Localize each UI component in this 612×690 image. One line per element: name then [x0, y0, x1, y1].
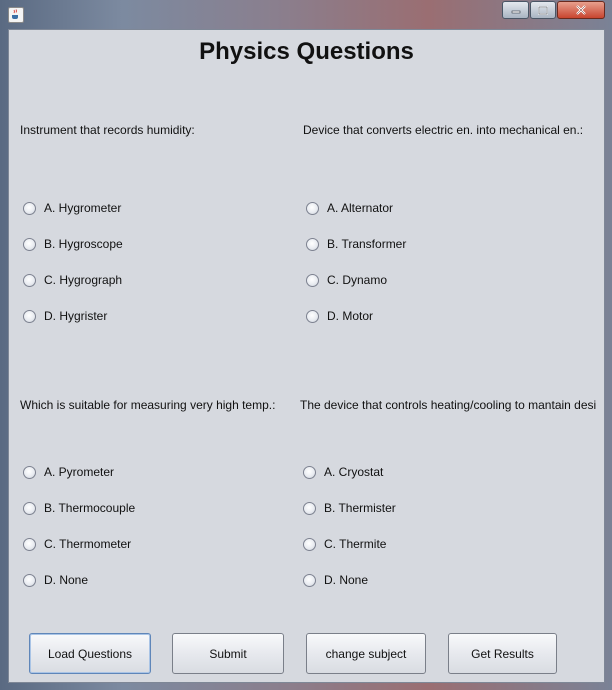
radio-button[interactable] — [23, 201, 36, 215]
radio-button[interactable] — [23, 573, 36, 587]
load-questions-button[interactable]: Load Questions — [29, 633, 151, 674]
option-label: B. Hygroscope — [44, 237, 123, 251]
question-2-text: Device that converts electric en. into m… — [303, 123, 584, 137]
java-app-icon[interactable] — [8, 7, 24, 23]
window-controls — [502, 1, 606, 19]
radio-button[interactable] — [23, 465, 36, 479]
close-button[interactable] — [557, 1, 605, 19]
option-label: C. Hygrograph — [44, 273, 123, 287]
minimize-icon — [511, 10, 520, 14]
maximize-button[interactable] — [530, 1, 556, 19]
question-3-text: Which is suitable for measuring very hig… — [20, 398, 276, 412]
radio-button[interactable] — [306, 201, 319, 215]
question-1-text: Instrument that records humidity: — [20, 123, 195, 137]
radio-button[interactable] — [23, 273, 36, 287]
q4-option-d[interactable]: D. None — [303, 572, 368, 588]
option-label: B. Thermocouple — [44, 501, 136, 515]
content-panel: Physics Questions Instrument that record… — [8, 29, 605, 683]
change-subject-button[interactable]: change subject — [306, 633, 426, 674]
radio-button[interactable] — [303, 501, 316, 515]
option-label: D. None — [324, 573, 369, 587]
q2-option-d[interactable]: D. Motor — [306, 308, 373, 324]
option-label: A. Pyrometer — [44, 465, 115, 479]
q4-option-c[interactable]: C. Thermite — [303, 536, 386, 552]
option-label: B. Transformer — [327, 237, 407, 251]
radio-button[interactable] — [303, 537, 316, 551]
window-frame: Physics Questions Instrument that record… — [0, 0, 612, 690]
maximize-icon — [538, 5, 548, 15]
q1-option-d[interactable]: D. Hygrister — [23, 308, 107, 324]
q3-option-a[interactable]: A. Pyrometer — [23, 464, 114, 480]
q2-option-c[interactable]: C. Dynamo — [306, 272, 387, 288]
title-bar[interactable] — [0, 0, 612, 28]
q3-option-b[interactable]: B. Thermocouple — [23, 500, 135, 516]
radio-button[interactable] — [306, 237, 319, 251]
q2-option-a[interactable]: A. Alternator — [306, 200, 393, 216]
get-results-button[interactable]: Get Results — [448, 633, 557, 674]
radio-button[interactable] — [23, 501, 36, 515]
q1-option-b[interactable]: B. Hygroscope — [23, 236, 123, 252]
option-label: D. Hygrister — [44, 309, 108, 323]
radio-button[interactable] — [306, 273, 319, 287]
radio-button[interactable] — [303, 573, 316, 587]
option-label: C. Thermometer — [44, 537, 132, 551]
q1-option-a[interactable]: A. Hygrometer — [23, 200, 121, 216]
option-label: C. Thermite — [324, 537, 387, 551]
radio-button[interactable] — [23, 237, 36, 251]
option-label: A. Alternator — [327, 201, 394, 215]
submit-button[interactable]: Submit — [172, 633, 284, 674]
question-4-text: The device that controls heating/cooling… — [300, 398, 597, 412]
close-icon — [576, 5, 586, 15]
option-label: D. Motor — [327, 309, 374, 323]
q3-option-d[interactable]: D. None — [23, 572, 88, 588]
radio-button[interactable] — [23, 537, 36, 551]
q3-option-c[interactable]: C. Thermometer — [23, 536, 131, 552]
page-title: Physics Questions — [199, 38, 414, 65]
minimize-button[interactable] — [502, 1, 529, 19]
option-label: A. Cryostat — [324, 465, 384, 479]
option-label: C. Dynamo — [327, 273, 388, 287]
option-label: B. Thermister — [324, 501, 396, 515]
radio-button[interactable] — [23, 309, 36, 323]
radio-button[interactable] — [303, 465, 316, 479]
option-label: A. Hygrometer — [44, 201, 122, 215]
option-label: D. None — [44, 573, 89, 587]
q4-option-a[interactable]: A. Cryostat — [303, 464, 383, 480]
q1-option-c[interactable]: C. Hygrograph — [23, 272, 122, 288]
q2-option-b[interactable]: B. Transformer — [306, 236, 406, 252]
radio-button[interactable] — [306, 309, 319, 323]
q4-option-b[interactable]: B. Thermister — [303, 500, 396, 516]
